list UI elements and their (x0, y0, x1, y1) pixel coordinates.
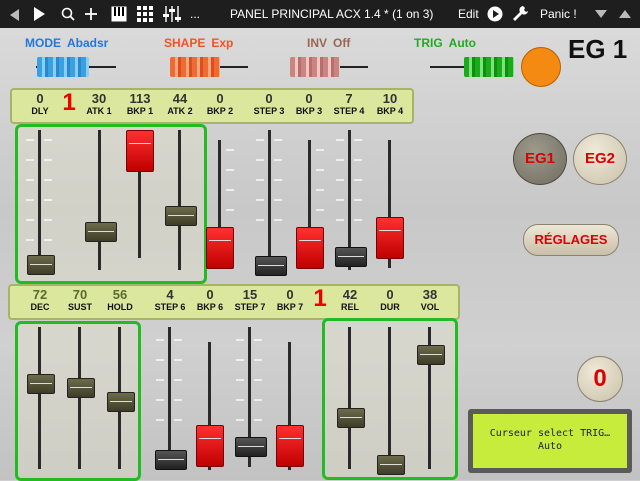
eg1-button[interactable]: EG1 (513, 133, 567, 185)
fader-track-dur (388, 327, 391, 469)
fader-track-step6 (168, 327, 171, 469)
lcd-screen: Curseur select TRIG… Auto (473, 414, 627, 468)
fader-knob-hold[interactable] (107, 392, 135, 412)
fader-knob-bkp7[interactable] (276, 425, 304, 467)
fader-knob-sust[interactable] (67, 378, 95, 398)
fader-track-rel (348, 327, 351, 469)
fader-knob-rel[interactable] (337, 408, 365, 428)
counter-display[interactable]: 0 (577, 356, 623, 402)
fader-knob-bkp6[interactable] (196, 425, 224, 467)
fader-knob-dur[interactable] (377, 455, 405, 475)
fader-knob-step7[interactable] (235, 437, 267, 457)
fader-knob-step6[interactable] (155, 450, 187, 470)
fader-track-dec (38, 327, 41, 469)
reglages-button[interactable]: RÉGLAGES (523, 224, 619, 256)
fader-track-sust (78, 327, 81, 469)
lcd-frame: Curseur select TRIG… Auto (468, 409, 632, 473)
fader-knob-dec[interactable] (27, 374, 55, 394)
fader-knob-vol[interactable] (417, 345, 445, 365)
lcd-line-2: Auto (537, 441, 563, 452)
lcd-line-1: Curseur select TRIG… (489, 428, 611, 439)
eg2-button[interactable]: EG2 (573, 133, 627, 185)
